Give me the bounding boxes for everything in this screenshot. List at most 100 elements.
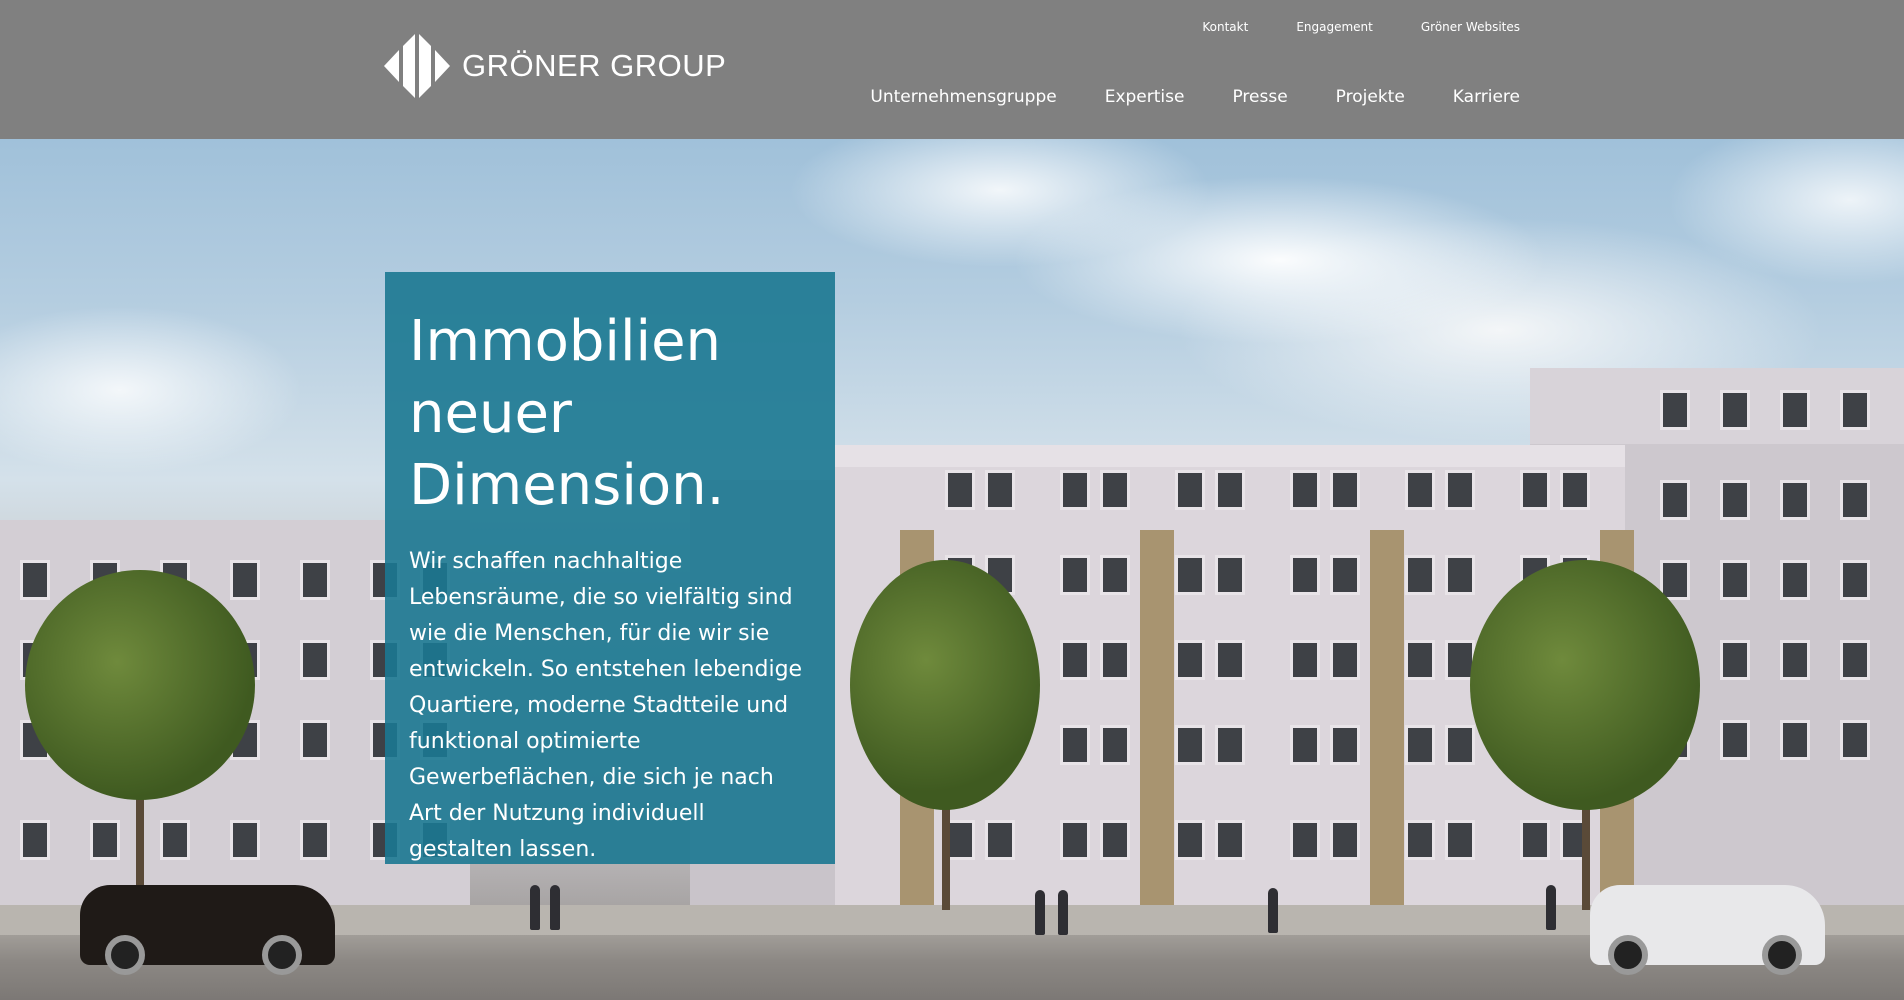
building-window [1100,820,1130,860]
nav-unternehmensgruppe[interactable]: Unternehmensgruppe [870,87,1056,107]
pedestrian [550,885,560,930]
building-window [1330,820,1360,860]
building-window [985,470,1015,510]
car-wheel [262,935,302,975]
building-window [1290,470,1320,510]
nav-expertise[interactable]: Expertise [1105,87,1185,107]
tree-right [1470,560,1700,810]
building-window [1720,560,1750,600]
building-window [1780,480,1810,520]
building-window [1405,820,1435,860]
building-window [1720,720,1750,760]
pedestrian [1268,888,1278,933]
building-window [230,560,260,600]
site-header: GRÖNER GROUP Kontakt Engagement Gröner W… [0,0,1904,139]
car-wheel [1608,935,1648,975]
car-wheel [1762,935,1802,975]
building-window [1840,480,1870,520]
building-window [1445,725,1475,765]
building-window [1405,725,1435,765]
utility-nav: Kontakt Engagement Gröner Websites [1202,20,1520,34]
logo[interactable]: GRÖNER GROUP [384,34,726,98]
building-window [1215,820,1245,860]
building-window [300,720,330,760]
building-window [1060,820,1090,860]
tree-left [25,570,255,800]
building-window [1175,555,1205,595]
building-window [1720,390,1750,430]
car-wheel [105,935,145,975]
facade-pilaster [1140,530,1174,905]
building-window [1215,555,1245,595]
building-window [1405,470,1435,510]
nav-groener-websites[interactable]: Gröner Websites [1421,20,1520,34]
nav-projekte[interactable]: Projekte [1336,87,1405,107]
building-window [1290,820,1320,860]
building-window [300,560,330,600]
pedestrian [530,885,540,930]
building-window [1780,720,1810,760]
building-window [1840,720,1870,760]
pedestrian [1058,890,1068,935]
facade-pilaster [1370,530,1404,905]
building-window [1100,470,1130,510]
building-window [1840,390,1870,430]
pedestrian [1035,890,1045,935]
building-window [1330,470,1360,510]
building-window [1060,470,1090,510]
tree-center [850,560,1040,810]
building-window [1520,820,1550,860]
building-window [1560,470,1590,510]
hero-body: Wir schaffen nachhaltige Lebensräume, di… [409,549,803,862]
building-window [1100,640,1130,680]
building-window [90,820,120,860]
building-window [1175,820,1205,860]
nav-karriere[interactable]: Karriere [1453,87,1520,107]
building-window [1405,640,1435,680]
nav-engagement[interactable]: Engagement [1296,20,1373,34]
hero-image [0,0,1904,1000]
hero-headline: Immobilien neuer Dimension. [409,309,725,518]
building-window [1215,470,1245,510]
nav-kontakt[interactable]: Kontakt [1202,20,1248,34]
building-window [20,560,50,600]
nav-presse[interactable]: Presse [1232,87,1287,107]
building-window [1520,470,1550,510]
building-window [1660,390,1690,430]
building-window [1100,555,1130,595]
building-center-cornice [835,445,1625,467]
hero-text-panel: Immobilien neuer Dimension. Wir schaffen… [385,272,835,864]
building-window [300,820,330,860]
building-window [1445,555,1475,595]
building-window [1840,560,1870,600]
building-window [1405,555,1435,595]
building-window [1445,820,1475,860]
building-window [1780,390,1810,430]
building-window [1660,480,1690,520]
building-window [1060,725,1090,765]
building-window [1290,555,1320,595]
building-window [1330,640,1360,680]
building-window [1720,480,1750,520]
building-window [1060,640,1090,680]
building-window [1330,725,1360,765]
building-window [300,640,330,680]
building-window [1330,555,1360,595]
building-window [160,820,190,860]
building-window [1215,640,1245,680]
building-window [1175,725,1205,765]
building-window [1175,470,1205,510]
building-window [1780,640,1810,680]
building-window [1290,725,1320,765]
logo-diamond-icon [384,34,450,98]
logo-text: GRÖNER GROUP [462,48,727,83]
building-window [1780,560,1810,600]
building-window [20,820,50,860]
building-window [1445,470,1475,510]
building-window [1100,725,1130,765]
building-window [1175,640,1205,680]
building-window [230,820,260,860]
cyclist [1546,885,1556,930]
main-nav: Unternehmensgruppe Expertise Presse Proj… [870,87,1520,107]
building-window [1060,555,1090,595]
